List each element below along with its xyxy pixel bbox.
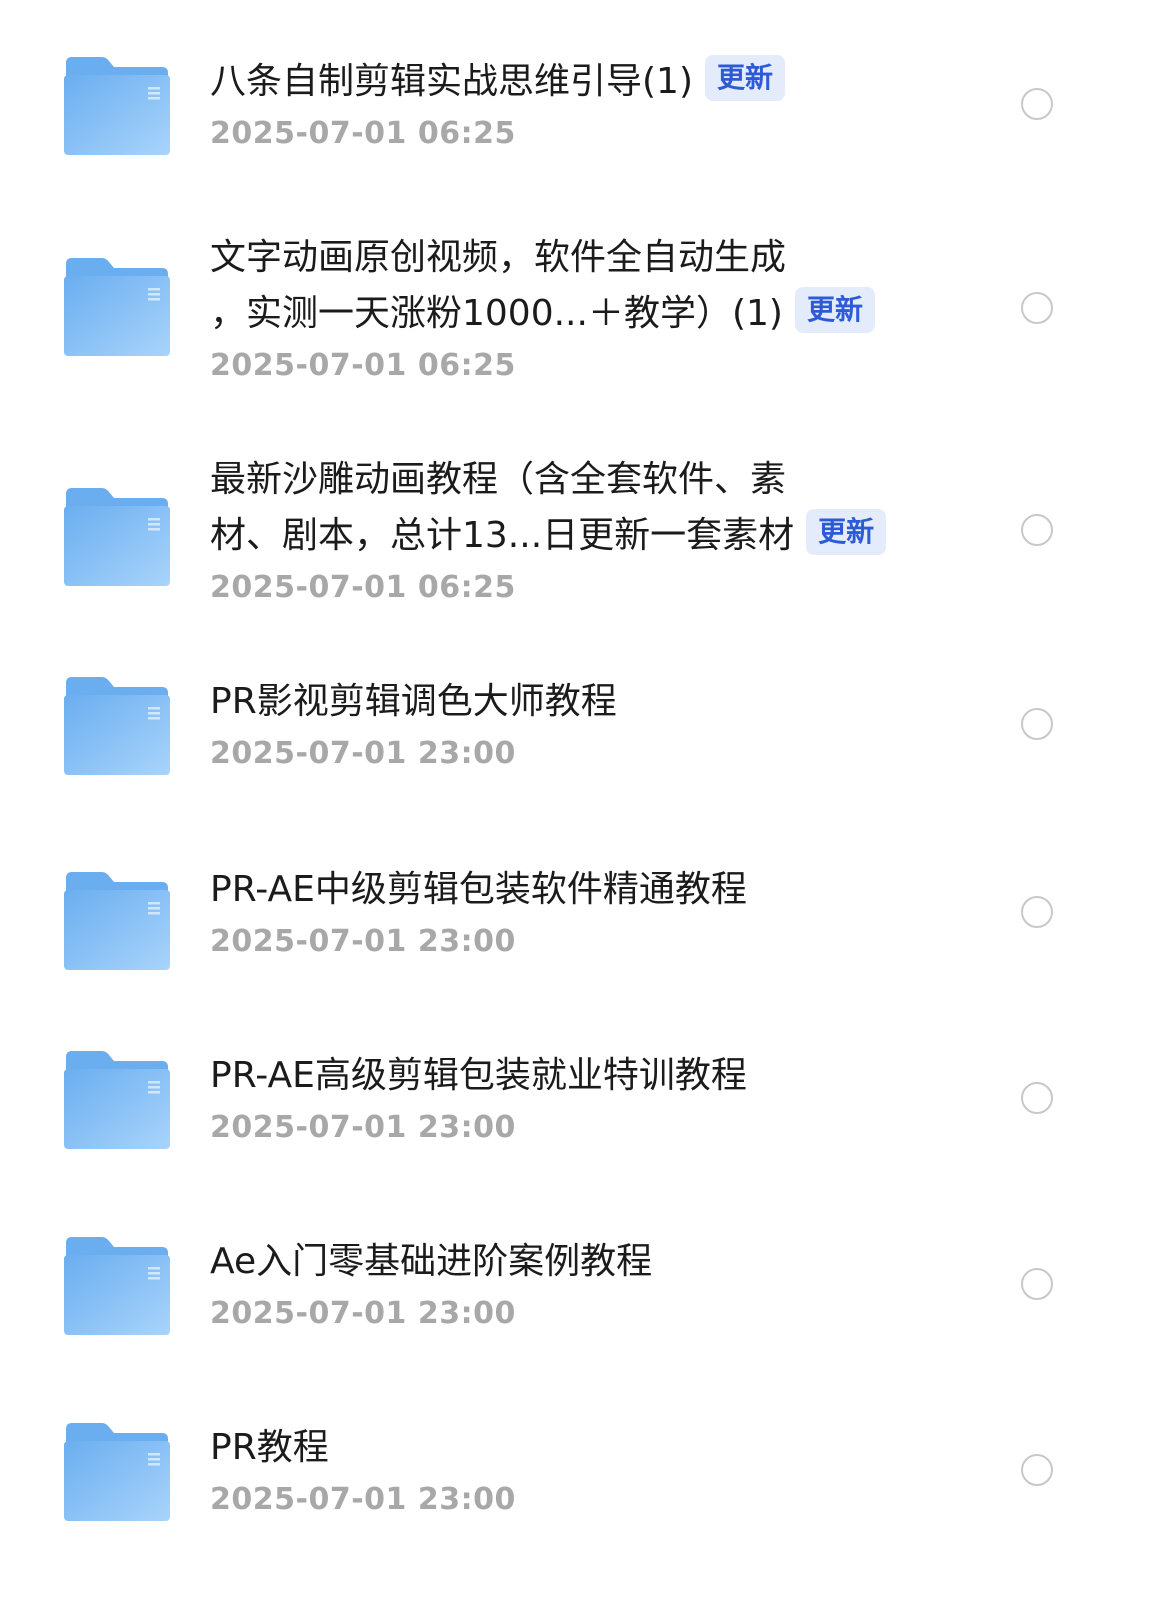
file-text: PR-AE高级剪辑包装就业特训教程 2025-07-01 23:00 xyxy=(210,1048,930,1148)
file-date: 2025-07-01 23:00 xyxy=(210,736,516,771)
file-name-line: 最新沙雕动画教程（含全套软件、素 xyxy=(210,459,787,500)
file-list: 八条自制剪辑实战思维引导(1) 更新 2025-07-01 06:25 文字动画原… xyxy=(0,0,1170,1620)
file-date: 2025-07-01 23:00 xyxy=(210,1110,516,1145)
file-name-line: PR-AE高级剪辑包装就业特训教程 xyxy=(210,1055,747,1096)
file-name-line: Ae入门零基础进阶案例教程 xyxy=(210,1241,653,1282)
select-radio[interactable] xyxy=(1021,292,1053,324)
file-text: PR-AE中级剪辑包装软件精通教程 2025-07-01 23:00 xyxy=(210,862,930,962)
folder-icon xyxy=(64,1237,170,1335)
file-date: 2025-07-01 23:00 xyxy=(210,1296,516,1331)
folder-icon xyxy=(64,1423,170,1521)
file-text: 八条自制剪辑实战思维引导(1) 更新 2025-07-01 06:25 xyxy=(210,54,930,154)
file-text: Ae入门零基础进阶案例教程 2025-07-01 23:00 xyxy=(210,1234,930,1334)
select-radio[interactable] xyxy=(1021,1454,1053,1486)
file-name-line: 文字动画原创视频，软件全自动生成 xyxy=(210,237,787,278)
file-date: 2025-07-01 06:25 xyxy=(210,570,516,605)
file-text: 最新沙雕动画教程（含全套软件、素 材、剧本，总计13...日更新一套素材 更新 20… xyxy=(210,452,930,608)
file-name-line: PR-AE中级剪辑包装软件精通教程 xyxy=(210,869,747,910)
file-name: PR-AE高级剪辑包装就业特训教程 xyxy=(210,1048,930,1104)
select-radio[interactable] xyxy=(1021,1082,1053,1114)
file-name-line: 材、剧本，总计13...日更新一套素材 xyxy=(210,515,795,556)
file-name: 八条自制剪辑实战思维引导(1) 更新 xyxy=(210,54,930,110)
file-date: 2025-07-01 23:00 xyxy=(210,924,516,959)
file-name-line: PR教程 xyxy=(210,1427,329,1468)
file-name: PR影视剪辑调色大师教程 xyxy=(210,674,930,730)
file-text: PR影视剪辑调色大师教程 2025-07-01 23:00 xyxy=(210,674,930,774)
file-date: 2025-07-01 06:25 xyxy=(210,116,516,151)
folder-icon xyxy=(64,872,170,970)
file-text: 文字动画原创视频，软件全自动生成 ，实测一天涨粉1000...＋教学）(1) 更新 … xyxy=(210,230,930,386)
file-item[interactable]: 文字动画原创视频，软件全自动生成 ，实测一天涨粉1000...＋教学）(1) 更新 … xyxy=(0,230,1170,386)
file-item[interactable]: 八条自制剪辑实战思维引导(1) 更新 2025-07-01 06:25 xyxy=(0,40,1170,155)
file-name: 最新沙雕动画教程（含全套软件、素 材、剧本，总计13...日更新一套素材 更新 xyxy=(210,452,930,564)
file-date: 2025-07-01 23:00 xyxy=(210,1482,516,1517)
file-item[interactable]: PR-AE高级剪辑包装就业特训教程 2025-07-01 23:00 xyxy=(0,1034,1170,1149)
folder-icon xyxy=(64,677,170,775)
file-name: PR-AE中级剪辑包装软件精通教程 xyxy=(210,862,930,918)
select-radio[interactable] xyxy=(1021,896,1053,928)
select-radio[interactable] xyxy=(1021,514,1053,546)
select-radio[interactable] xyxy=(1021,88,1053,120)
folder-icon xyxy=(64,1051,170,1149)
file-item[interactable]: Ae入门零基础进阶案例教程 2025-07-01 23:00 xyxy=(0,1220,1170,1335)
folder-icon xyxy=(64,57,170,155)
file-item[interactable]: PR-AE中级剪辑包装软件精通教程 2025-07-01 23:00 xyxy=(0,848,1170,970)
file-item[interactable]: PR影视剪辑调色大师教程 2025-07-01 23:00 xyxy=(0,660,1170,775)
update-badge: 更新 xyxy=(705,55,786,101)
file-date: 2025-07-01 06:25 xyxy=(210,348,516,383)
file-name: Ae入门零基础进阶案例教程 xyxy=(210,1234,930,1290)
file-name: 文字动画原创视频，软件全自动生成 ，实测一天涨粉1000...＋教学）(1) 更新 xyxy=(210,230,930,342)
select-radio[interactable] xyxy=(1021,1268,1053,1300)
select-radio[interactable] xyxy=(1021,708,1053,740)
update-badge: 更新 xyxy=(806,509,887,555)
file-item[interactable]: PR教程 2025-07-01 23:00 xyxy=(0,1406,1170,1521)
file-name-line: 八条自制剪辑实战思维引导(1) xyxy=(210,61,693,102)
file-name: PR教程 xyxy=(210,1420,930,1476)
folder-icon xyxy=(64,258,170,356)
file-name-line: PR影视剪辑调色大师教程 xyxy=(210,681,617,722)
file-text: PR教程 2025-07-01 23:00 xyxy=(210,1420,930,1520)
file-name-line: ，实测一天涨粉1000...＋教学）(1) xyxy=(210,293,783,334)
file-item[interactable]: 最新沙雕动画教程（含全套软件、素 材、剧本，总计13...日更新一套素材 更新 20… xyxy=(0,452,1170,608)
update-badge: 更新 xyxy=(794,287,875,333)
folder-icon xyxy=(64,488,170,586)
